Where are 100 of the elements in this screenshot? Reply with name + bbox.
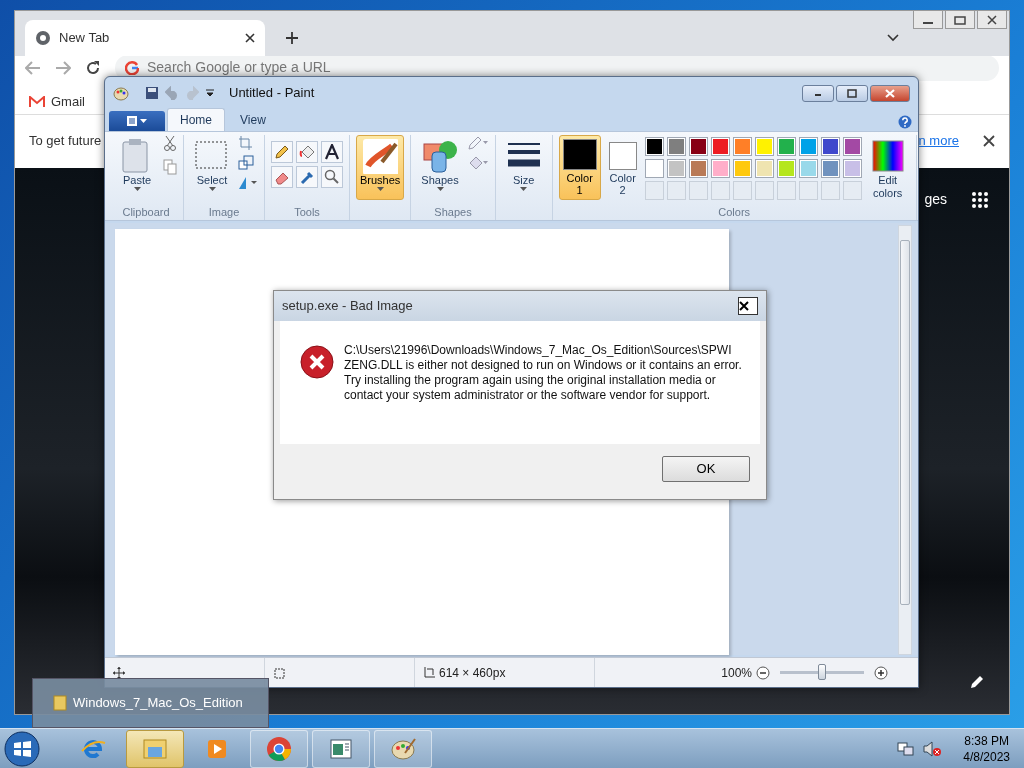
clock-time: 8:38 PM [963,732,1010,749]
ok-button[interactable]: OK [662,456,750,482]
palette-color-swatch[interactable] [820,137,840,156]
brush-icon [362,138,399,174]
palette-color-swatch[interactable] [776,159,796,178]
ribbon-button[interactable]: Size [501,135,546,200]
maximize-icon[interactable] [952,14,968,25]
apps-text: ges [924,190,947,209]
browser-logo-icon [265,734,293,763]
scissors-icon[interactable] [163,135,177,151]
copy-icon[interactable] [163,159,177,175]
palette-color-swatch[interactable] [644,137,664,156]
fill-bucket-icon[interactable] [299,144,315,160]
close-icon[interactable] [983,135,995,147]
palette-color-swatch[interactable] [688,159,708,178]
selection-size-icon [273,666,285,679]
speaker-muted-icon[interactable] [923,740,942,757]
forward-arrow-icon[interactable] [55,60,71,75]
edit-colors-button[interactable]: Edit colors [865,135,910,200]
info-text: To get future [29,132,102,151]
palette-color-swatch[interactable] [798,137,818,156]
caret-icon [520,186,528,191]
address-placeholder: Search Google or type a URL [147,58,332,77]
empty-color-slot[interactable] [754,181,774,200]
empty-color-slot[interactable] [798,181,818,200]
palette-color-swatch[interactable] [644,159,664,178]
empty-color-slot[interactable] [842,181,862,200]
slider-thumb[interactable] [818,664,826,680]
dropdown-icon[interactable] [205,88,215,98]
taskbar-button[interactable] [126,729,184,768]
palette-color-swatch[interactable] [666,159,686,178]
palette-color-swatch[interactable] [732,159,752,178]
ribbon-button[interactable]: Shapes [417,135,463,200]
empty-color-slot[interactable] [666,181,686,200]
pencil-icon[interactable] [274,144,290,160]
ribbon-tab[interactable]: Home [167,108,225,131]
zoom-in-icon[interactable] [874,665,888,680]
reload-icon[interactable] [85,59,101,76]
plus-icon[interactable] [285,31,299,45]
save-icon[interactable] [145,86,159,100]
maximize-icon[interactable] [845,87,859,99]
caret-icon [208,186,216,191]
empty-color-slot[interactable] [688,181,708,200]
close-icon[interactable] [245,33,255,43]
color-slot-button[interactable]: Color 2 [604,135,641,200]
palette-color-swatch[interactable] [798,159,818,178]
help-icon[interactable] [898,115,912,129]
window-title: Untitled - Paint [229,84,315,103]
grid-icon[interactable] [971,190,989,209]
empty-color-slot[interactable] [644,181,664,200]
color-slot-button[interactable]: Color 1 [558,135,601,200]
palette-color-swatch[interactable] [842,159,862,178]
palette-color-swatch[interactable] [732,137,752,156]
empty-color-slot[interactable] [776,181,796,200]
rotate-icon[interactable] [238,175,258,191]
empty-color-slot[interactable] [710,181,730,200]
group-label: Shapes [434,205,472,220]
ribbon-tab[interactable]: View [227,108,279,131]
app-menu-button[interactable] [109,111,165,131]
crop-icon[interactable] [238,135,252,151]
browser-tab[interactable]: New Tab [25,20,265,56]
ribbon-button[interactable]: Paste [115,135,159,200]
resize-icon[interactable] [238,155,254,171]
palette-icon[interactable] [113,85,129,101]
empty-color-slot[interactable] [732,181,752,200]
ribbon-button[interactable]: Brushes [356,135,405,200]
dialog-title: setup.exe - Bad Image [282,297,413,316]
network-icon[interactable] [897,740,916,757]
pencil-icon[interactable] [969,674,985,690]
text-tool-icon[interactable] [324,144,340,160]
palette-color-swatch[interactable] [754,137,774,156]
palette-color-swatch[interactable] [754,159,774,178]
learn-more-link[interactable]: n more [918,131,959,151]
outline-pen-icon[interactable] [466,135,489,151]
image-size-icon [423,666,435,679]
back-arrow-icon[interactable] [25,60,41,75]
group-label: Colors [718,205,751,220]
palette-color-swatch[interactable] [820,159,840,178]
close-icon[interactable] [984,14,1000,25]
palette-color-swatch[interactable] [688,137,708,156]
vertical-scrollbar[interactable] [898,225,912,655]
palette-color-swatch[interactable] [710,137,730,156]
caret-icon [133,186,141,191]
zoom-out-icon[interactable] [756,665,770,680]
magnifier-icon[interactable] [324,169,340,185]
close-button[interactable] [738,297,758,315]
color-picker-icon[interactable] [299,169,315,185]
palette-color-swatch[interactable] [666,137,686,156]
close-icon [739,301,749,311]
taskbar-preview[interactable]: Windows_7_Mac_Os_Edition [32,678,269,728]
start-orb-icon[interactable] [4,730,40,767]
chevron-down-icon[interactable] [887,34,899,42]
ribbon-button[interactable]: Select [190,135,234,200]
empty-color-slot[interactable] [820,181,840,200]
browser-logo-icon [35,30,51,46]
bookmark-link[interactable]: Gmail [51,91,85,112]
move-cursor-icon [113,666,125,679]
palette-color-swatch[interactable] [710,159,730,178]
palette-color-swatch[interactable] [842,137,862,156]
palette-color-swatch[interactable] [776,137,796,156]
